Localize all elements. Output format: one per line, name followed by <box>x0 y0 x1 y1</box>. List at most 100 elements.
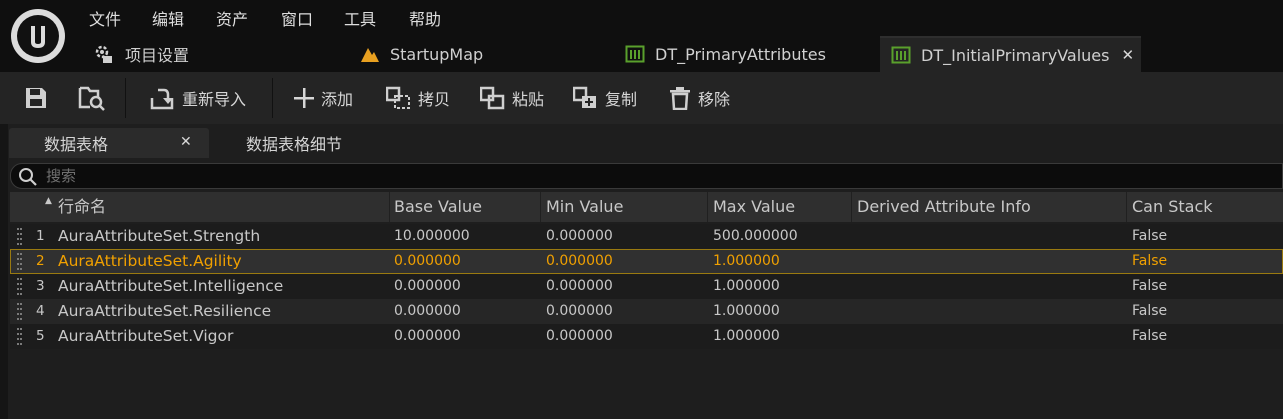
duplicate-label: 复制 <box>605 90 638 109</box>
drag-handle-icon[interactable] <box>17 253 22 270</box>
column-header-row-name[interactable]: 行命名 <box>58 192 106 222</box>
panel-tab-label: 数据表格 <box>44 135 109 154</box>
cell-min-value: 0.000000 <box>546 228 613 244</box>
row-name: AuraAttributeSet.Vigor <box>58 327 234 345</box>
menu-asset[interactable]: 资产 <box>216 6 248 30</box>
cell-base-value: 0.000000 <box>394 278 461 294</box>
tab-data-table-details[interactable]: 数据表格细节 <box>246 128 342 158</box>
row-index: 4 <box>36 303 45 319</box>
cell-can-stack: False <box>1132 253 1168 269</box>
search-icon <box>18 167 38 191</box>
drag-handle-icon[interactable] <box>17 278 22 295</box>
reimport-button[interactable]: 重新导入 <box>150 72 246 124</box>
add-label: 添加 <box>321 90 354 109</box>
data-table-icon <box>625 45 645 63</box>
copy-label: 拷贝 <box>418 90 451 109</box>
cell-can-stack: False <box>1132 278 1168 294</box>
cell-base-value: 10.000000 <box>394 228 470 244</box>
cell-can-stack: False <box>1132 303 1168 319</box>
row-name: AuraAttributeSet.Resilience <box>58 302 272 320</box>
tab-startup-map[interactable]: StartupMap <box>360 36 483 72</box>
tab-data-table[interactable]: 数据表格 <box>44 128 108 158</box>
row-index: 3 <box>36 278 45 294</box>
menu-window[interactable]: 窗口 <box>281 6 313 30</box>
add-row-button[interactable]: 添加 <box>293 72 353 124</box>
menu-edit[interactable]: 编辑 <box>152 6 184 30</box>
browse-asset-icon <box>78 85 106 111</box>
paste-button[interactable]: 粘贴 <box>480 72 544 124</box>
cell-min-value: 0.000000 <box>546 253 613 269</box>
column-divider[interactable] <box>389 192 390 222</box>
column-divider[interactable] <box>1126 192 1127 222</box>
toolbar-divider <box>272 78 273 118</box>
column-header-min-value[interactable]: Min Value <box>546 192 623 222</box>
cell-max-value: 1.000000 <box>713 328 780 344</box>
column-header-max-value[interactable]: Max Value <box>713 192 795 222</box>
trash-icon <box>668 86 692 110</box>
sort-ascending-icon[interactable]: ▲ <box>45 196 52 206</box>
cell-base-value: 0.000000 <box>394 253 461 269</box>
row-index: 1 <box>36 228 45 244</box>
column-divider[interactable] <box>851 192 852 222</box>
save-icon <box>24 86 48 110</box>
settings-gear-icon <box>93 44 115 64</box>
cell-min-value: 0.000000 <box>546 278 613 294</box>
save-button[interactable] <box>24 72 54 124</box>
cell-base-value: 0.000000 <box>394 328 461 344</box>
table-header <box>10 192 1283 222</box>
column-divider[interactable] <box>707 192 708 222</box>
level-map-icon <box>360 45 380 63</box>
drag-handle-icon[interactable] <box>17 328 22 345</box>
row-name: AuraAttributeSet.Agility <box>58 252 242 270</box>
cell-min-value: 0.000000 <box>546 303 613 319</box>
panel-tab-active-bg <box>9 128 209 158</box>
data-table-icon <box>891 46 911 64</box>
paste-label: 粘贴 <box>512 90 545 109</box>
menu-help[interactable]: 帮助 <box>409 6 441 30</box>
cell-max-value: 500.000000 <box>713 228 798 244</box>
plus-icon <box>293 87 315 109</box>
remove-label: 移除 <box>698 90 731 109</box>
copy-icon <box>386 86 412 110</box>
tab-dt-initial-primary-values[interactable]: DT_InitialPrimaryValues ✕ <box>880 36 1141 72</box>
cell-max-value: 1.000000 <box>713 303 780 319</box>
cell-max-value: 1.000000 <box>713 278 780 294</box>
row-index: 2 <box>36 253 45 269</box>
column-divider[interactable] <box>540 192 541 222</box>
tab-label: DT_InitialPrimaryValues <box>921 45 1110 65</box>
tab-label: 项目设置 <box>125 46 190 65</box>
drag-handle-icon[interactable] <box>17 303 22 320</box>
row-name: AuraAttributeSet.Strength <box>58 227 261 245</box>
column-header-base-value[interactable]: Base Value <box>394 192 482 222</box>
close-panel-tab-icon[interactable]: ✕ <box>180 134 192 150</box>
toolbar-divider <box>125 78 126 118</box>
column-header-derived-attribute-info[interactable]: Derived Attribute Info <box>857 192 1031 222</box>
cell-can-stack: False <box>1132 328 1168 344</box>
drag-handle-icon[interactable] <box>17 228 22 245</box>
row-index: 5 <box>36 328 45 344</box>
unreal-logo-icon[interactable] <box>11 9 65 63</box>
column-header-can-stack[interactable]: Can Stack <box>1132 192 1213 222</box>
menu-tools[interactable]: 工具 <box>344 6 376 30</box>
copy-button[interactable]: 拷贝 <box>386 72 450 124</box>
tab-label: DT_PrimaryAttributes <box>655 44 826 64</box>
cell-max-value: 1.000000 <box>713 253 780 269</box>
close-tab-icon[interactable]: ✕ <box>1121 46 1134 64</box>
tab-dt-primary-attributes[interactable]: DT_PrimaryAttributes <box>625 36 826 72</box>
panel-tab-label: 数据表格细节 <box>246 135 343 154</box>
menu-file[interactable]: 文件 <box>89 6 121 30</box>
cell-base-value: 0.000000 <box>394 303 461 319</box>
browse-asset-button[interactable] <box>78 72 112 124</box>
search-input[interactable] <box>46 165 646 187</box>
reimport-icon <box>150 86 176 110</box>
remove-button[interactable]: 移除 <box>668 72 730 124</box>
paste-icon <box>480 86 506 110</box>
row-name: AuraAttributeSet.Intelligence <box>58 277 284 295</box>
tab-label: StartupMap <box>390 44 484 64</box>
duplicate-icon <box>573 86 599 110</box>
cell-min-value: 0.000000 <box>546 328 613 344</box>
duplicate-button[interactable]: 复制 <box>573 72 637 124</box>
reimport-label: 重新导入 <box>182 90 247 109</box>
tab-project-settings[interactable]: 项目设置 <box>93 36 189 72</box>
cell-can-stack: False <box>1132 228 1168 244</box>
